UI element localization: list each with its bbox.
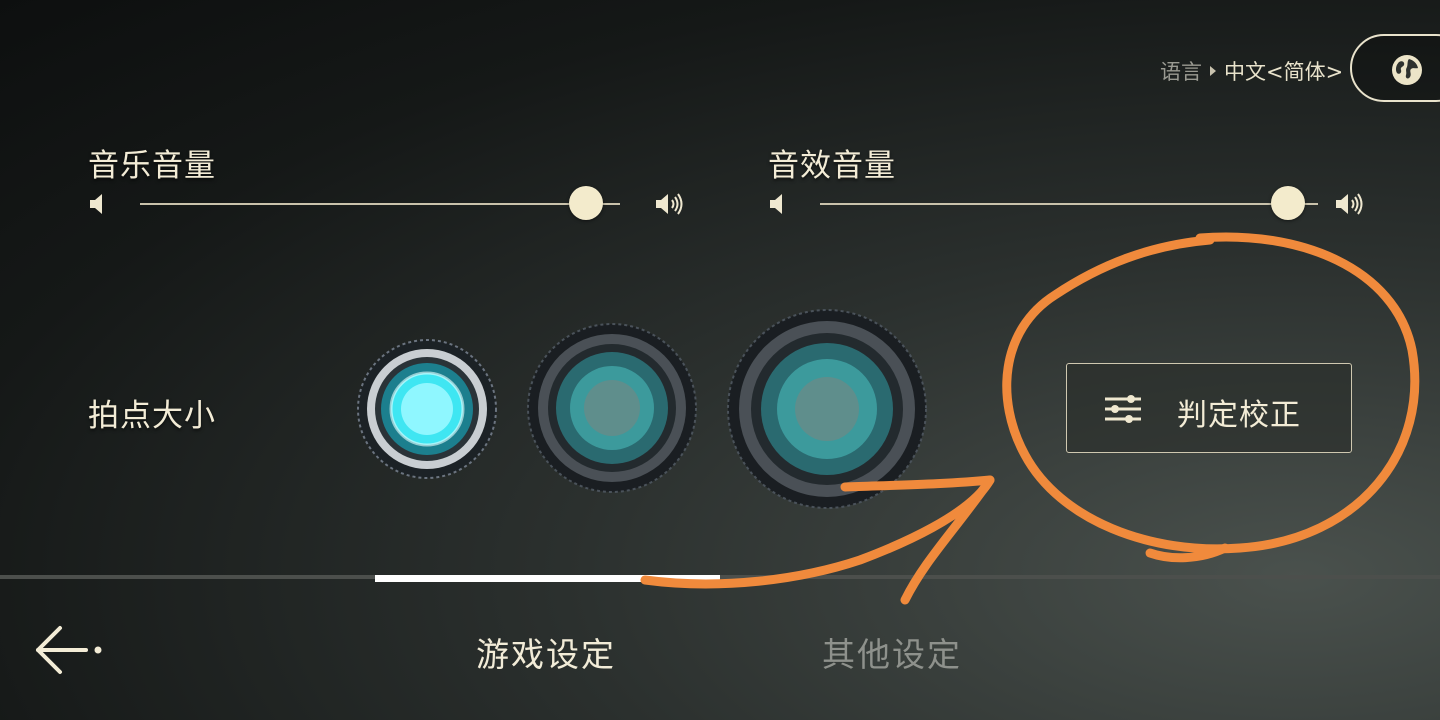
- note-size-large-option[interactable]: [726, 308, 928, 510]
- music-volume-slider[interactable]: [88, 184, 688, 224]
- annotation-overlay: [640, 232, 1420, 605]
- volume-high-icon: [656, 193, 683, 215]
- music-volume-track[interactable]: [140, 203, 620, 205]
- language-value: 中文<简体>: [1224, 60, 1344, 84]
- sliders-icon: [1105, 395, 1141, 423]
- caret-right-icon: [1210, 66, 1216, 76]
- language-label: 语言: [1160, 60, 1202, 84]
- note-size-small-option[interactable]: [356, 338, 498, 480]
- music-volume-thumb[interactable]: [569, 186, 604, 220]
- globe-icon: [1392, 55, 1422, 85]
- sfx-volume-track[interactable]: [820, 203, 1318, 205]
- back-arrow-icon[interactable]: [34, 624, 106, 676]
- sfx-volume-slider[interactable]: [768, 184, 1368, 224]
- tab-other-settings[interactable]: 其他设定: [822, 628, 962, 676]
- volume-low-icon: [90, 194, 102, 214]
- active-tab-indicator: [375, 575, 720, 582]
- sfx-volume-thumb[interactable]: [1271, 186, 1306, 220]
- calibration-button[interactable]: 判定校正: [1066, 363, 1352, 453]
- calibration-button-label: 判定校正: [1177, 398, 1301, 433]
- sfx-volume-label: 音效音量: [768, 148, 896, 184]
- note-size-label: 拍点大小: [88, 398, 216, 434]
- language-button[interactable]: [1350, 34, 1440, 102]
- language-selector[interactable]: 语言 中文<简体>: [1160, 56, 1343, 86]
- volume-low-icon: [770, 194, 782, 214]
- volume-high-icon: [1336, 193, 1363, 215]
- tab-game-settings[interactable]: 游戏设定: [476, 628, 616, 676]
- note-size-medium-option[interactable]: [526, 322, 698, 494]
- music-volume-label: 音乐音量: [88, 148, 216, 184]
- tab-bar-divider: [0, 575, 1440, 579]
